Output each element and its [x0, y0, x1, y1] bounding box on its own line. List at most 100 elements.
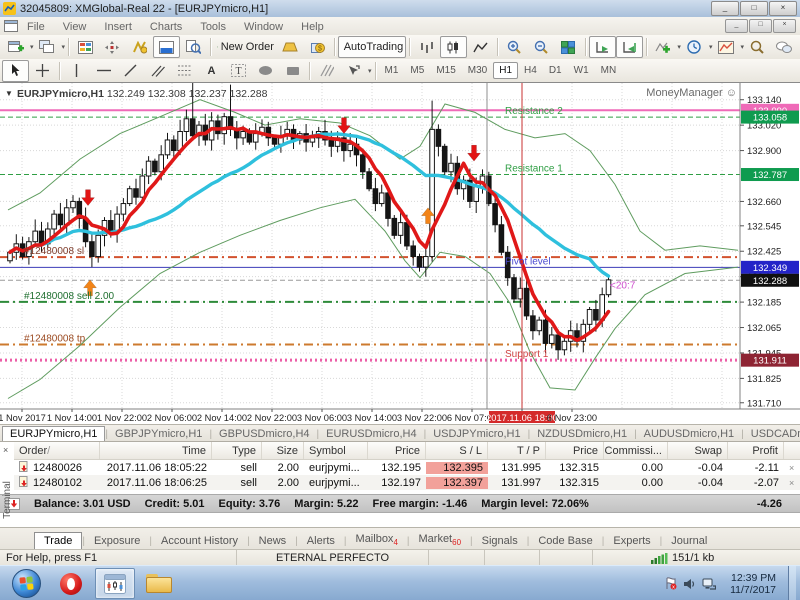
menu-item-charts[interactable]: Charts: [141, 20, 191, 34]
restore-button[interactable]: □: [740, 1, 768, 16]
order-row[interactable]: 124801022017.11.06 18:06:25sell2.00eurjp…: [14, 475, 800, 490]
vertical-line-button[interactable]: [63, 60, 90, 82]
search-icon[interactable]: [744, 36, 771, 58]
zoom-out-button[interactable]: [528, 36, 555, 58]
zoom-in-button[interactable]: [501, 36, 528, 58]
menu-item-help[interactable]: Help: [292, 20, 333, 34]
mdi-minimize-button[interactable]: _: [725, 19, 748, 33]
chart-tab-usdjpymicro-h1[interactable]: USDJPYmicro,H1: [426, 427, 527, 442]
column-header-t-p[interactable]: T / P: [488, 442, 546, 459]
order-row[interactable]: 124800262017.11.06 18:05:22sell2.00eurjp…: [14, 460, 800, 475]
arrows-tool-dropdown[interactable]: ▾: [368, 67, 372, 75]
gold-button[interactable]: [277, 36, 304, 58]
autotrading-button[interactable]: AutoTrading: [338, 36, 406, 58]
chart-window-icon[interactable]: [4, 20, 18, 32]
market-watch-button[interactable]: [72, 36, 99, 58]
timeframe-m1[interactable]: M1: [379, 62, 405, 79]
column-header-symbol[interactable]: Symbol: [304, 442, 368, 459]
column-header-profit[interactable]: Profit: [728, 442, 784, 459]
timeframe-d1[interactable]: D1: [543, 62, 568, 79]
terminal-tab-market[interactable]: Market60: [410, 531, 471, 550]
price-chart[interactable]: Resistance 2Resistance 1#12480008 slPivo…: [0, 83, 800, 425]
column-header-price[interactable]: Price: [368, 442, 426, 459]
indicators-button[interactable]: [649, 36, 676, 58]
ellipse-button[interactable]: [252, 60, 279, 82]
terminal-tab-experts[interactable]: Experts: [604, 533, 659, 550]
chart-tab-active[interactable]: EURJPYmicro,H1: [2, 426, 105, 442]
volume-icon[interactable]: [683, 578, 696, 590]
chart-tab-gbpusdmicro-h4[interactable]: GBPUSDmicro,H4: [212, 427, 316, 442]
text-button[interactable]: A: [198, 60, 225, 82]
auto-scroll-button[interactable]: [589, 36, 616, 58]
close-order-icon[interactable]: ×: [784, 463, 798, 473]
timeframe-m15[interactable]: M15: [430, 62, 461, 79]
deposit-button[interactable]: $: [304, 36, 331, 58]
taskbar-clock[interactable]: 12:39 PM 11/7/2017: [722, 572, 784, 596]
chart-tab-usdcadmicro-h1[interactable]: USDCADmicro,H1: [744, 427, 800, 442]
minimize-button[interactable]: _: [711, 1, 739, 16]
menu-item-view[interactable]: View: [54, 20, 96, 34]
strategy-tester-button[interactable]: [180, 36, 207, 58]
column-header-time[interactable]: Time: [100, 442, 212, 459]
data-window-button[interactable]: [99, 36, 126, 58]
column-header-commissi-[interactable]: Commissi...: [604, 442, 668, 459]
terminal-tab-exposure[interactable]: Exposure: [85, 533, 149, 550]
terminal-tab-trade[interactable]: Trade: [34, 532, 82, 550]
terminal-tab-news[interactable]: News: [250, 533, 296, 550]
chart-tab-nzdusdmicro-h1[interactable]: NZDUSDmicro,H1: [530, 427, 634, 442]
profiles-button[interactable]: [34, 36, 61, 58]
mdi-close-button[interactable]: ×: [773, 19, 796, 33]
terminal-tab-signals[interactable]: Signals: [473, 533, 527, 550]
timeframe-m5[interactable]: M5: [404, 62, 430, 79]
new-order-button[interactable]: New Order: [214, 36, 277, 58]
text-label-button[interactable]: T: [225, 60, 252, 82]
trendline-button[interactable]: [117, 60, 144, 82]
navigator-button[interactable]: [126, 36, 153, 58]
timeframe-m30[interactable]: M30: [462, 62, 493, 79]
periods-button[interactable]: [681, 36, 708, 58]
taskbar-mt4-icon[interactable]: [95, 568, 135, 599]
taskbar-explorer-icon[interactable]: [139, 568, 179, 599]
timeframe-mn[interactable]: MN: [595, 62, 623, 79]
equidistant-channel-button[interactable]: [144, 60, 171, 82]
horizontal-line-button[interactable]: [90, 60, 117, 82]
close-button[interactable]: ×: [769, 1, 797, 16]
terminal-button[interactable]: [153, 36, 180, 58]
chart-tab-eurusdmicro-h4[interactable]: EURUSDmicro,H4: [319, 427, 423, 442]
column-header-swap[interactable]: Swap: [668, 442, 728, 459]
column-header-s-l[interactable]: S / L: [426, 442, 488, 459]
cursor-button[interactable]: [2, 60, 29, 82]
tile-windows-button[interactable]: [555, 36, 582, 58]
terminal-tab-mailbox[interactable]: Mailbox4: [347, 531, 407, 550]
chart-shift-button[interactable]: [616, 36, 643, 58]
taskbar-opera-icon[interactable]: [51, 568, 91, 599]
fibonacci-button[interactable]: [171, 60, 198, 82]
timeframe-h4[interactable]: H4: [518, 62, 543, 79]
terminal-tab-alerts[interactable]: Alerts: [298, 533, 344, 550]
chart-tab-gbpjpymicro-h1[interactable]: GBPJPYmicro,H1: [108, 427, 209, 442]
column-header-price[interactable]: Price: [546, 442, 604, 459]
new-chart-dropdown[interactable]: ▾: [30, 43, 34, 51]
close-order-icon[interactable]: ×: [784, 478, 798, 488]
candlestick-chart-button[interactable]: [440, 36, 467, 58]
rectangle-button[interactable]: [279, 60, 306, 82]
parallel-lines-button[interactable]: [313, 60, 340, 82]
network-icon[interactable]: [702, 578, 716, 590]
menu-item-file[interactable]: File: [18, 20, 54, 34]
profiles-dropdown[interactable]: ▾: [62, 43, 66, 51]
crosshair-button[interactable]: [29, 60, 56, 82]
column-header-type[interactable]: Type: [212, 442, 262, 459]
chart-tab-audusdmicro-h1[interactable]: AUDUSDmicro,H1: [637, 427, 741, 442]
column-header-size[interactable]: Size: [262, 442, 304, 459]
line-chart-button[interactable]: [467, 36, 494, 58]
mdi-restore-button[interactable]: □: [749, 19, 772, 33]
timeframe-h1[interactable]: H1: [493, 62, 518, 79]
menu-item-tools[interactable]: Tools: [191, 20, 235, 34]
menu-item-insert[interactable]: Insert: [95, 20, 141, 34]
terminal-tab-code-base[interactable]: Code Base: [529, 533, 601, 550]
column-header-order[interactable]: Order /: [14, 442, 100, 459]
bar-chart-button[interactable]: [413, 36, 440, 58]
arrows-tool-button[interactable]: [340, 60, 367, 82]
menu-item-window[interactable]: Window: [235, 20, 292, 34]
templates-button[interactable]: [712, 36, 739, 58]
